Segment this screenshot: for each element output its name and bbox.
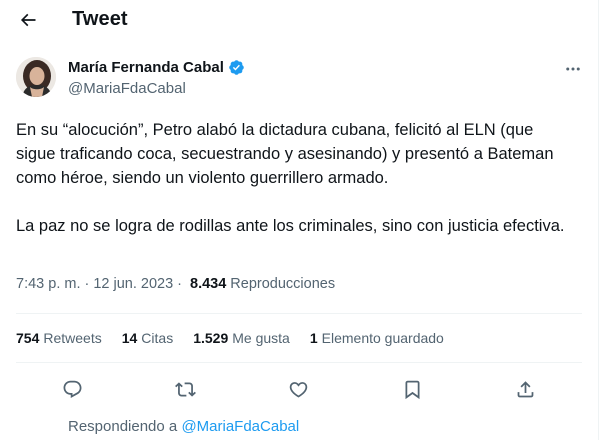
back-button[interactable]: [12, 4, 44, 36]
like-icon: [290, 381, 308, 398]
tweet-metadata: 7:43 p. m. · 12 jun. 2023 · 8.434 Reprod…: [16, 276, 335, 292]
retweets-count: 754: [16, 330, 40, 346]
arrow-left-icon: [20, 13, 36, 27]
tweet-actions-bar: [16, 372, 582, 406]
share-icon: [517, 380, 534, 397]
top-bar: Tweet: [0, 0, 598, 40]
avatar[interactable]: [16, 57, 56, 97]
page-title: Tweet: [72, 8, 128, 30]
reply-button[interactable]: [56, 372, 90, 406]
replying-to-mention[interactable]: @MariaFdaCabal: [181, 418, 299, 435]
bookmark-button[interactable]: [395, 372, 429, 406]
tweet-time[interactable]: 7:43 p. m.: [16, 276, 80, 292]
verified-badge-icon: [229, 60, 244, 75]
divider: [16, 362, 582, 363]
replying-to: Respondiendo a @MariaFdaCabal: [68, 418, 299, 435]
quotes-count: 14: [121, 330, 138, 346]
replying-to-prefix: Respondiendo a: [68, 418, 178, 435]
quotes-stat[interactable]: 14 Citas: [122, 330, 173, 346]
meta-separator: ·: [84, 276, 90, 292]
like-button[interactable]: [282, 372, 316, 406]
retweets-stat[interactable]: 754 Retweets: [16, 330, 102, 346]
tweet-text: En su “alocución”, Petro alabó la dictad…: [16, 118, 576, 238]
bookmark-icon: [405, 380, 420, 399]
retweet-button[interactable]: [169, 372, 203, 406]
bookmarks-stat[interactable]: 1 Elemento guardado: [310, 330, 444, 346]
retweets-label: Retweets: [43, 330, 102, 346]
tweet-date[interactable]: 12 jun. 2023: [93, 276, 173, 292]
views-label: Reproducciones: [230, 276, 336, 292]
more-dots-icon: [566, 67, 580, 71]
likes-count: 1.529: [193, 330, 229, 346]
likes-stat[interactable]: 1.529 Me gusta: [193, 330, 290, 346]
tweet-paragraph: En su “alocución”, Petro alabó la dictad…: [16, 121, 554, 187]
engagement-stats: 754 Retweets 14 Citas 1.529 Me gusta 1 Eleme…: [16, 330, 444, 346]
views-count: 8.434: [190, 276, 227, 292]
meta-separator: ·: [177, 276, 182, 292]
avatar-photo: [16, 57, 56, 97]
more-options-button[interactable]: [560, 57, 586, 81]
tweet-author: María Fernanda Cabal @MariaFdaCabal: [16, 57, 586, 101]
likes-label: Me gusta: [232, 330, 290, 346]
tweet-paragraph: La paz no se logra de rodillas ante los …: [16, 217, 565, 235]
share-button[interactable]: [508, 372, 542, 406]
author-name[interactable]: María Fernanda Cabal: [68, 59, 224, 76]
retweet-icon: [175, 381, 197, 397]
author-name-row: María Fernanda Cabal: [68, 59, 245, 76]
bookmarks-count: 1: [309, 330, 318, 346]
bookmarks-label: Elemento guardado: [321, 330, 444, 346]
divider: [16, 313, 582, 314]
quotes-label: Citas: [141, 330, 174, 346]
reply-icon: [63, 380, 82, 398]
author-handle[interactable]: @MariaFdaCabal: [68, 80, 186, 97]
